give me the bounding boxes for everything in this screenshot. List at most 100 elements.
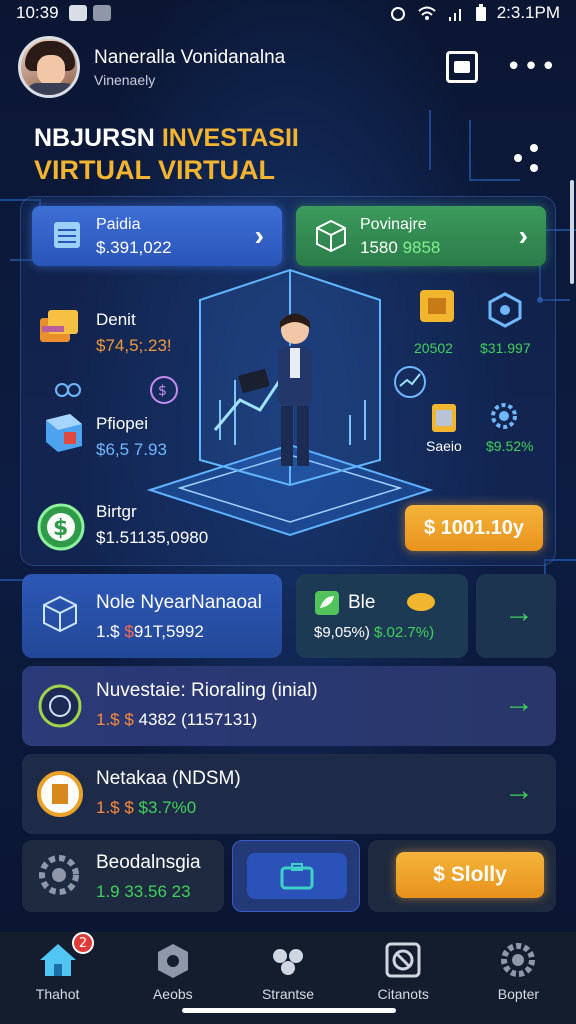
nole-value-rest: 91T,5992	[133, 622, 204, 641]
gold-box-icon	[420, 290, 454, 322]
nole-value: 1.$	[96, 622, 120, 641]
ble-card[interactable]: Ble $9,05%) $.02.7%)	[296, 574, 468, 658]
nole-card[interactable]: Nole NyearNanaoal 1.$ $91T,5992	[22, 574, 282, 658]
povinajre-value: 1580	[360, 238, 398, 257]
scrollbar[interactable]	[570, 180, 574, 284]
povinajre-card[interactable]: Povinajre 1580 9858 ›	[296, 206, 546, 266]
beodalnsgia-card[interactable]: Beodalnsgia 1.9 33.56 23	[22, 840, 224, 912]
netakaa-row[interactable]: Netakaa (NDSM) 1.$ $ $3.7%0 →	[22, 754, 556, 834]
dollar-coin-icon: $	[37, 503, 85, 551]
right-value-1: 20502	[414, 340, 453, 356]
paidia-label: Paidia	[96, 216, 141, 233]
paidia-value: $.391,022	[96, 238, 172, 257]
nole-value-red: $	[124, 622, 134, 641]
gear-icon	[39, 855, 79, 895]
svg-text:$: $	[53, 516, 68, 541]
right-value-2: $31.997	[480, 340, 531, 356]
status-bar: 10:39 2:3.1PM	[0, 0, 576, 26]
ble-value-2: $.02.7%)	[374, 624, 435, 641]
nuvestaie-value: 4382 (1157131)	[138, 710, 258, 729]
server-icon	[54, 222, 80, 248]
nav-item-bopter[interactable]: Bopter	[461, 932, 576, 1024]
hexagon-icon	[157, 944, 188, 978]
coin-icon: $	[150, 376, 178, 404]
battery-icon	[475, 4, 486, 21]
nav-label: Strantse	[261, 986, 315, 1002]
app-icon	[92, 5, 111, 21]
hex-badge-icon	[488, 292, 522, 328]
wallet-button[interactable]	[247, 853, 347, 899]
title-gold: INVESTASII	[161, 124, 299, 152]
status-time: 10:39	[16, 3, 59, 22]
netakaa-value: $3.7%0	[138, 798, 197, 817]
saeio-item[interactable]: Saeio	[426, 438, 462, 454]
svg-text:$: $	[158, 383, 167, 399]
chart-circle-icon	[394, 366, 426, 398]
gold-coin-icon	[407, 593, 435, 611]
box-icon	[46, 414, 82, 452]
nuvestaie-label: Nuvestaie: Rioraling (inial)	[96, 680, 318, 701]
netakaa-label: Netakaa (NDSM)	[96, 768, 241, 789]
povinajre-value-green: 9858	[402, 238, 441, 257]
notification-badge: 2	[72, 932, 94, 954]
arrow-right-icon: →	[504, 596, 534, 629]
wallet-card[interactable]	[232, 840, 360, 912]
ble-label: Ble	[348, 592, 376, 613]
leaf-icon	[315, 591, 339, 615]
title-line2: VIRTUAL VIRTUAL	[34, 155, 275, 185]
birtgr-label: Birtgr	[96, 502, 137, 521]
clipboard-icon	[432, 404, 456, 432]
link-icon	[55, 383, 81, 397]
share-icon[interactable]	[512, 142, 542, 172]
povinajre-label: Povinajre	[360, 216, 427, 233]
people-icon	[273, 949, 303, 975]
arrow-right-icon: →	[504, 774, 534, 807]
gold-badge-icon	[37, 771, 83, 817]
arrow-right-icon: →	[504, 686, 534, 719]
paidia-card[interactable]: Paidia $.391,022 ›	[32, 206, 282, 266]
books-icon	[40, 310, 78, 342]
pfiopei-value: $6,5 7.93	[96, 440, 167, 459]
nav-label: Thahot	[35, 986, 80, 1002]
beodalnsgia-label: Beodalnsgia	[96, 852, 201, 873]
profile-header: Naneralla Vonidanalna Vinenaely •••	[18, 34, 558, 100]
chevron-right-icon: ›	[254, 220, 264, 251]
nuvestaie-row[interactable]: Nuvestaie: Rioraling (inial) 1.$ $ 4382 …	[22, 666, 556, 746]
page-title: NBJURSN INVESTASII VIRTUAL VIRTUAL	[34, 124, 299, 186]
nav-item-home[interactable]: 2 Thahot	[0, 932, 115, 1024]
denit-label: Denit	[96, 310, 136, 329]
signal-icon	[448, 9, 461, 21]
pfiopei-label: Pfiopei	[96, 414, 148, 433]
denit-value: $74,5;.23!	[96, 336, 172, 355]
gear-icon	[491, 403, 517, 429]
invest-button[interactable]: $ 1001.10y	[405, 505, 543, 551]
nav-label: Bopter	[497, 986, 540, 1002]
status-clock: 2:3.1PM	[496, 3, 560, 22]
row1-arrow-button[interactable]: →	[476, 574, 556, 658]
user-name: Naneralla Vonidanalna	[94, 46, 286, 68]
window-icon[interactable]	[445, 51, 478, 83]
solly-button[interactable]: $ Slolly	[396, 852, 544, 898]
more-menu-icon[interactable]: •••	[506, 54, 558, 80]
home-icon	[39, 944, 76, 976]
wifi-icon	[418, 6, 436, 20]
nav-label: Aeobs	[152, 986, 193, 1002]
cube-icon	[43, 595, 77, 633]
beodalnsgia-value: 1.9 33.56 23	[96, 882, 191, 901]
denit-item[interactable]: Denit $74,5;.23!	[96, 310, 172, 356]
birtgr-value: $1.51135,0980	[96, 528, 209, 547]
network-icon	[38, 684, 82, 728]
birtgr-item[interactable]: Birtgr $1.51135,0980	[96, 502, 208, 548]
chevron-right-icon: ›	[518, 220, 528, 251]
pfiopei-item[interactable]: Pfiopei $6,5 7.93	[96, 414, 167, 460]
solly-card: $ Slolly	[368, 840, 556, 912]
notification-icon	[68, 5, 87, 21]
title-white: NBJURSN	[34, 124, 155, 152]
avatar[interactable]	[18, 36, 80, 98]
user-subtitle: Vinenaely	[94, 71, 156, 88]
nav-label: Citanots	[377, 986, 429, 1002]
home-indicator[interactable]	[182, 1008, 396, 1013]
right-value-4: $9.52%	[486, 438, 534, 454]
alarm-icon	[390, 7, 405, 21]
ble-value-1: $9,05%)	[314, 624, 370, 641]
